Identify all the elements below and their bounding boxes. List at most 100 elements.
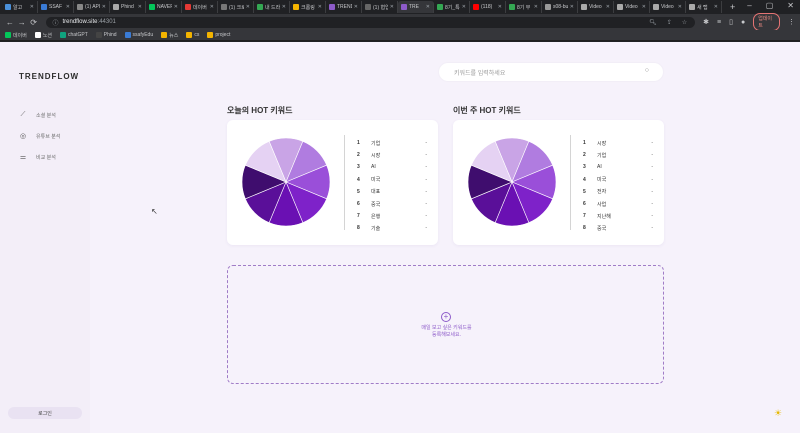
browser-tab[interactable]: NAVER✕ — [146, 1, 182, 13]
browser-tab[interactable]: TRE ✕ — [398, 1, 434, 13]
account-icon[interactable]: ● — [741, 19, 745, 26]
tab-close-icon[interactable]: ✕ — [714, 4, 718, 10]
tab-title: SSAF — [49, 4, 63, 10]
keyword-row[interactable]: 8 기술 - — [357, 222, 427, 234]
tab-close-icon[interactable]: ✕ — [282, 4, 286, 10]
update-button[interactable]: 업데이트 — [753, 13, 780, 31]
browser-tab[interactable]: 8기 부 ✕ — [506, 1, 542, 13]
nav-youtube-analysis[interactable]: ◎ 유튜브 분석 — [19, 132, 60, 140]
bookmark-item[interactable]: 뉴스 — [161, 32, 178, 39]
keyword-row[interactable]: 2 기업 - — [583, 149, 653, 161]
browser-tab[interactable]: Video ✕ — [614, 1, 650, 13]
reload-icon[interactable]: ⟳ — [29, 18, 39, 27]
bookmark-item[interactable]: ssafyEdu — [124, 32, 154, 38]
add-circle-icon[interactable]: + — [441, 312, 451, 322]
browser-tab[interactable]: 새 탭 ✕ — [686, 1, 722, 13]
add-keyword-area[interactable]: + 매일 보고 싶은 키워드를 등록해보세요. — [227, 265, 664, 384]
bookmark-item[interactable]: 데이버 — [5, 32, 27, 39]
bookmark-item[interactable]: cs — [186, 32, 199, 38]
browser-tab[interactable]: SSAF ✕ — [38, 1, 74, 13]
keyword-change: - — [651, 201, 653, 208]
theme-toggle-icon[interactable]: ☀ — [774, 408, 782, 419]
keyword-rank: 6 — [583, 201, 586, 208]
share-icon[interactable]: ⇪ — [667, 19, 672, 26]
tab-close-icon[interactable]: ✕ — [174, 4, 178, 10]
browser-tab[interactable]: s08-bu ✕ — [542, 1, 578, 13]
keyword-row[interactable]: 7 지난해 - — [583, 210, 653, 222]
keyword-row[interactable]: 5 전자 - — [583, 186, 653, 198]
keyword-row[interactable]: 6 중국 - — [357, 198, 427, 210]
search-icon[interactable]: 🔍︎ — [649, 19, 657, 26]
bookmark-label: ssafyEdu — [132, 32, 154, 38]
tab-close-icon[interactable]: ✕ — [354, 4, 358, 10]
bookmark-item[interactable]: project — [207, 32, 230, 38]
new-tab-button[interactable]: + — [730, 2, 735, 12]
tab-close-icon[interactable]: ✕ — [210, 4, 214, 10]
maximize-icon[interactable]: ▢ — [766, 1, 774, 10]
tab-close-icon[interactable]: ✕ — [498, 4, 502, 10]
close-window-icon[interactable]: ✕ — [787, 1, 794, 10]
tab-close-icon[interactable]: ✕ — [30, 4, 34, 10]
keyword-row[interactable]: 8 중국 - — [583, 222, 653, 234]
tab-close-icon[interactable]: ✕ — [462, 4, 466, 10]
browser-tab[interactable]: 알고 ✕ — [2, 1, 38, 13]
browser-tab[interactable]: Phind ✕ — [110, 1, 146, 13]
bookmark-item[interactable]: chatGPT — [60, 32, 88, 38]
search-icon[interactable]: ○ — [645, 67, 649, 74]
browser-tab[interactable]: 데이버 ✕ — [182, 1, 218, 13]
keyword-row[interactable]: 6 사업 - — [583, 198, 653, 210]
tab-close-icon[interactable]: ✕ — [246, 4, 250, 10]
keyword-row[interactable]: 1 기업 - — [357, 137, 427, 149]
tab-close-icon[interactable]: ✕ — [66, 4, 70, 10]
nav-social-analysis[interactable]: ⟋ 소셜 분석 — [19, 111, 56, 119]
menu-icon[interactable]: ⋮ — [788, 18, 795, 26]
minimize-icon[interactable]: – — [747, 1, 751, 10]
keyword-row[interactable]: 3 AI - — [583, 161, 653, 173]
tab-close-icon[interactable]: ✕ — [426, 4, 430, 10]
keyword-text: 기업 — [371, 140, 381, 147]
keyword-rank: 6 — [357, 201, 360, 208]
bookmark-label: 데이버 — [13, 32, 27, 39]
bookmark-item[interactable]: 노션 — [34, 32, 52, 39]
tab-close-icon[interactable]: ✕ — [534, 4, 538, 10]
browser-tab[interactable]: (1) 협업✕ — [362, 1, 398, 13]
browser-tab[interactable]: (1) API ✕ — [74, 1, 110, 13]
browser-tab[interactable]: 내 드라 ✕ — [254, 1, 290, 13]
keyword-search-input[interactable]: 키워드를 입력하세요 ○ — [439, 63, 663, 81]
tab-close-icon[interactable]: ✕ — [318, 4, 322, 10]
browser-tab[interactable]: Video ✕ — [578, 1, 614, 13]
tab-close-icon[interactable]: ✕ — [102, 4, 106, 10]
tab-close-icon[interactable]: ✕ — [642, 4, 646, 10]
keyword-row[interactable]: 5 대표 - — [357, 186, 427, 198]
nav-compare-analysis[interactable]: ⚌ 비교 분석 — [19, 153, 56, 161]
address-bar[interactable]: ⓘ trendflow.site:44301 🔍︎ ⇪ ☆ — [46, 16, 696, 28]
browser-tab[interactable]: (118) ✕ — [470, 1, 506, 13]
tab-close-icon[interactable]: ✕ — [570, 4, 574, 10]
browser-tab[interactable]: 크롬링 ✕ — [290, 1, 326, 13]
keyword-row[interactable]: 4 미국 - — [357, 174, 427, 186]
browser-tab[interactable]: 8기_특 ✕ — [434, 1, 470, 13]
tab-close-icon[interactable]: ✕ — [606, 4, 610, 10]
reading-list-icon[interactable]: ≡ — [717, 19, 721, 26]
extensions-icon[interactable]: ✱ — [703, 18, 709, 26]
bookmark-item[interactable]: Phind — [95, 32, 117, 38]
app-logo[interactable]: TRENDFLOW — [19, 72, 79, 81]
side-panel-icon[interactable]: ▯ — [729, 18, 733, 26]
tab-close-icon[interactable]: ✕ — [678, 4, 682, 10]
keyword-row[interactable]: 4 미국 - — [583, 174, 653, 186]
keyword-row[interactable]: 3 AI - — [357, 161, 427, 173]
forward-icon[interactable]: → — [17, 18, 27, 27]
login-button[interactable]: 로그인 — [8, 407, 82, 419]
browser-tab[interactable]: (1) 크로✕ — [218, 1, 254, 13]
back-icon[interactable]: ← — [5, 18, 15, 27]
tab-close-icon[interactable]: ✕ — [390, 4, 394, 10]
browser-tab[interactable]: Video ✕ — [650, 1, 686, 13]
site-info-icon[interactable]: ⓘ — [52, 18, 58, 27]
browser-tab[interactable]: TREND✕ — [326, 1, 362, 13]
keyword-text: 시장 — [371, 152, 381, 159]
keyword-row[interactable]: 7 은행 - — [357, 210, 427, 222]
star-icon[interactable]: ☆ — [682, 19, 687, 26]
tab-close-icon[interactable]: ✕ — [138, 4, 142, 10]
keyword-row[interactable]: 2 시장 - — [357, 149, 427, 161]
keyword-row[interactable]: 1 시장 - — [583, 137, 653, 149]
